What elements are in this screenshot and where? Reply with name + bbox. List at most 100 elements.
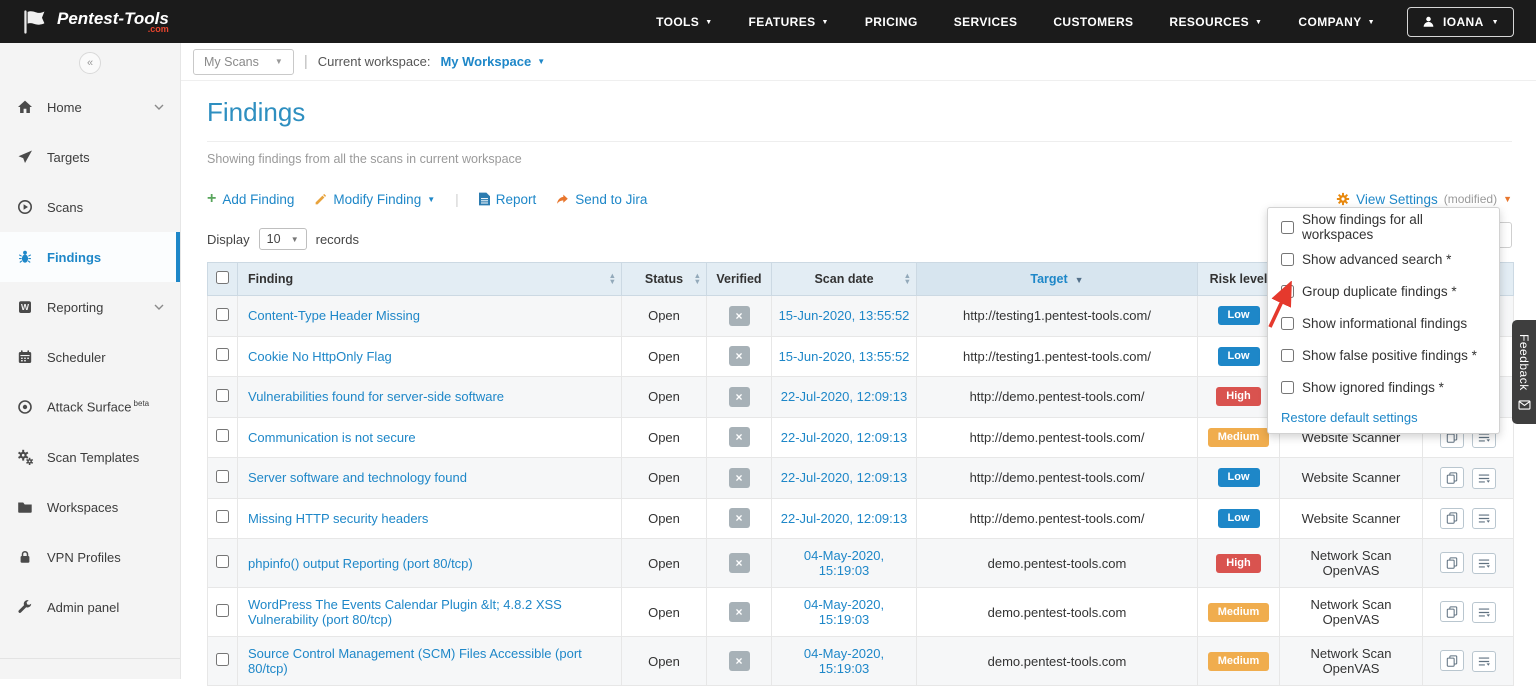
- row-checkbox[interactable]: [216, 653, 229, 666]
- scan-date-link[interactable]: 22-Jul-2020, 12:09:13: [781, 430, 907, 445]
- verified-toggle-button[interactable]: ×: [729, 553, 750, 573]
- copy-finding-button[interactable]: [1440, 467, 1464, 488]
- finding-link[interactable]: Content-Type Header Missing: [248, 308, 420, 323]
- sort-icon[interactable]: ▲▼: [904, 273, 911, 285]
- sidebar-item-targets[interactable]: Targets: [0, 132, 180, 182]
- row-checkbox[interactable]: [216, 429, 229, 442]
- nav-item-customers[interactable]: CUSTOMERS: [1053, 15, 1133, 29]
- sidebar-item-vpn-profiles[interactable]: VPN Profiles: [0, 532, 180, 582]
- report-button[interactable]: Report: [479, 192, 537, 207]
- sidebar-item-workspaces[interactable]: Workspaces: [0, 482, 180, 532]
- scan-date-link[interactable]: 04-May-2020, 15:19:03: [804, 646, 884, 676]
- option-checkbox[interactable]: [1281, 349, 1294, 362]
- finding-link[interactable]: WordPress The Events Calendar Plugin &lt…: [248, 597, 562, 627]
- sidebar-item-scans[interactable]: Scans: [0, 182, 180, 232]
- finding-details-button[interactable]: [1472, 468, 1496, 489]
- sidebar-item-findings[interactable]: Findings: [0, 232, 180, 282]
- header-status[interactable]: Status▲▼: [622, 263, 707, 296]
- view-settings-option[interactable]: Show informational findings: [1268, 307, 1499, 339]
- scan-date-link[interactable]: 22-Jul-2020, 12:09:13: [781, 470, 907, 485]
- row-checkbox[interactable]: [216, 389, 229, 402]
- view-settings-option[interactable]: Show ignored findings *: [1268, 371, 1499, 403]
- modify-finding-button[interactable]: Modify Finding ▼: [314, 192, 435, 207]
- sidebar-item-reporting[interactable]: W Reporting: [0, 282, 180, 332]
- view-settings-option[interactable]: Show advanced search *: [1268, 243, 1499, 275]
- nav-item-resources[interactable]: RESOURCES▼: [1169, 15, 1262, 29]
- radar-icon: [16, 399, 34, 415]
- finding-link[interactable]: Communication is not secure: [248, 430, 416, 445]
- verified-toggle-button[interactable]: ×: [729, 508, 750, 528]
- view-settings-button[interactable]: View Settings (modified) ▼: [1336, 192, 1512, 207]
- finding-details-button[interactable]: [1472, 553, 1496, 574]
- restore-default-settings-link[interactable]: Restore default settings: [1268, 403, 1499, 427]
- scan-date-link[interactable]: 15-Jun-2020, 13:55:52: [779, 308, 910, 323]
- sidebar-collapse-button[interactable]: «: [79, 52, 101, 74]
- option-checkbox[interactable]: [1281, 381, 1294, 394]
- user-menu-button[interactable]: IOANA ▼: [1407, 7, 1514, 37]
- verified-toggle-button[interactable]: ×: [729, 346, 750, 366]
- header-finding[interactable]: Finding▲▼: [238, 263, 622, 296]
- verified-toggle-button[interactable]: ×: [729, 387, 750, 407]
- scan-date-link[interactable]: 04-May-2020, 15:19:03: [804, 597, 884, 627]
- nav-item-pricing[interactable]: PRICING: [865, 15, 918, 29]
- header-scan-date[interactable]: Scan date▲▼: [772, 263, 917, 296]
- verified-toggle-button[interactable]: ×: [729, 427, 750, 447]
- option-checkbox[interactable]: [1281, 221, 1294, 234]
- sidebar-item-admin-panel[interactable]: Admin panel: [0, 582, 180, 632]
- finding-details-button[interactable]: [1472, 651, 1496, 672]
- finding-link[interactable]: phpinfo() output Reporting (port 80/tcp): [248, 556, 473, 571]
- verified-toggle-button[interactable]: ×: [729, 306, 750, 326]
- nav-item-services[interactable]: SERVICES: [954, 15, 1018, 29]
- copy-finding-button[interactable]: [1440, 552, 1464, 573]
- view-settings-option[interactable]: Group duplicate findings *: [1268, 275, 1499, 307]
- select-all-checkbox[interactable]: [216, 271, 229, 284]
- header-target[interactable]: Target▼: [917, 263, 1198, 296]
- row-checkbox[interactable]: [216, 555, 229, 568]
- sidebar-item-scan-templates[interactable]: Scan Templates: [0, 432, 180, 482]
- workspace-selector[interactable]: My Workspace ▼: [440, 54, 545, 69]
- sort-icon[interactable]: ▲▼: [694, 273, 701, 285]
- option-checkbox[interactable]: [1281, 285, 1294, 298]
- view-settings-option[interactable]: Show false positive findings *: [1268, 339, 1499, 371]
- nav-item-company[interactable]: COMPANY▼: [1298, 15, 1375, 29]
- nav-item-tools[interactable]: TOOLS▼: [656, 15, 712, 29]
- finding-link[interactable]: Vulnerabilities found for server-side so…: [248, 389, 504, 404]
- sort-icon[interactable]: ▲▼: [609, 273, 616, 285]
- verified-toggle-button[interactable]: ×: [729, 651, 750, 671]
- option-checkbox[interactable]: [1281, 317, 1294, 330]
- finding-link[interactable]: Cookie No HttpOnly Flag: [248, 349, 392, 364]
- row-checkbox[interactable]: [216, 510, 229, 523]
- pentest-tools-logo[interactable]: Pentest-Tools.com: [22, 8, 169, 36]
- finding-details-button[interactable]: [1472, 602, 1496, 623]
- scan-date-link[interactable]: 22-Jul-2020, 12:09:13: [781, 389, 907, 404]
- view-settings-option[interactable]: Show findings for all workspaces: [1268, 211, 1499, 243]
- sidebar-item-scheduler[interactable]: Scheduler: [0, 332, 180, 382]
- sidebar-item-home[interactable]: Home: [0, 82, 180, 132]
- option-checkbox[interactable]: [1281, 253, 1294, 266]
- nav-item-features[interactable]: FEATURES▼: [749, 15, 829, 29]
- row-checkbox[interactable]: [216, 604, 229, 617]
- view-settings-options: Show findings for all workspaces Show ad…: [1268, 211, 1499, 403]
- finding-link[interactable]: Server software and technology found: [248, 470, 467, 485]
- row-checkbox[interactable]: [216, 308, 229, 321]
- sidebar-item-attack-surface[interactable]: Attack Surfacebeta: [0, 382, 180, 432]
- scan-date-link[interactable]: 04-May-2020, 15:19:03: [804, 548, 884, 578]
- header-verified[interactable]: Verified: [707, 263, 772, 296]
- records-per-page-select[interactable]: 10 ▼: [259, 228, 307, 250]
- verified-toggle-button[interactable]: ×: [729, 602, 750, 622]
- scan-date-link[interactable]: 22-Jul-2020, 12:09:13: [781, 511, 907, 526]
- finding-link[interactable]: Missing HTTP security headers: [248, 511, 428, 526]
- copy-finding-button[interactable]: [1440, 650, 1464, 671]
- row-checkbox[interactable]: [216, 348, 229, 361]
- send-to-jira-button[interactable]: Send to Jira: [556, 192, 647, 207]
- finding-link[interactable]: Source Control Management (SCM) Files Ac…: [248, 646, 582, 676]
- add-finding-button[interactable]: + Add Finding: [207, 191, 294, 207]
- verified-toggle-button[interactable]: ×: [729, 468, 750, 488]
- my-scans-dropdown[interactable]: My Scans ▼: [193, 49, 294, 75]
- copy-finding-button[interactable]: [1440, 601, 1464, 622]
- feedback-tab[interactable]: Feedback: [1512, 320, 1536, 424]
- finding-details-button[interactable]: [1472, 508, 1496, 529]
- row-checkbox[interactable]: [216, 470, 229, 483]
- scan-date-link[interactable]: 15-Jun-2020, 13:55:52: [779, 349, 910, 364]
- copy-finding-button[interactable]: [1440, 508, 1464, 529]
